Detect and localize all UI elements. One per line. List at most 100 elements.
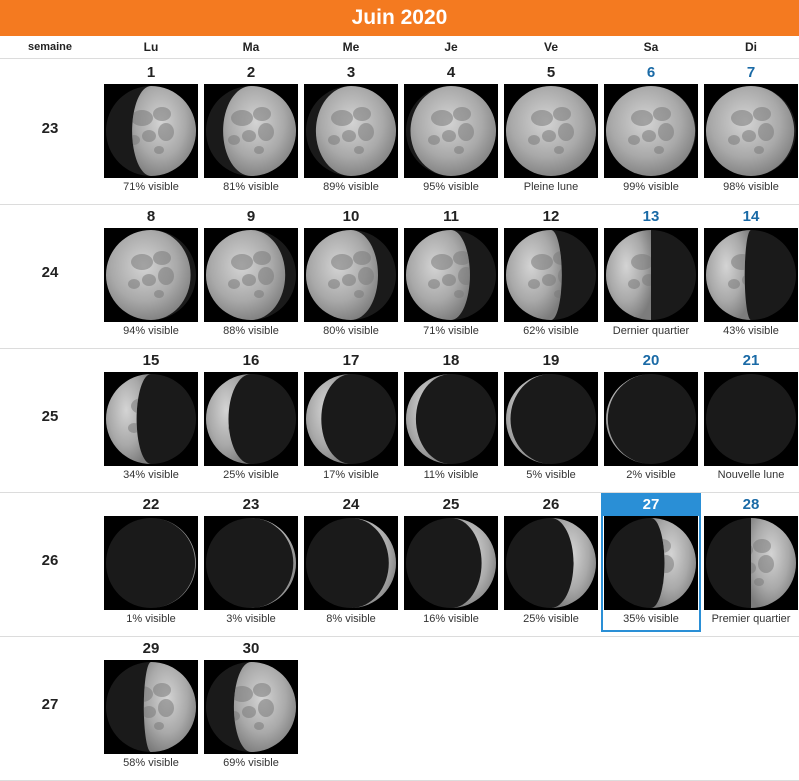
day-number: 14 xyxy=(742,208,760,225)
moon-phase-image xyxy=(304,516,398,610)
day-number: 24 xyxy=(342,496,360,513)
week-number: 23 xyxy=(41,120,59,137)
weekday-header-wed: Me xyxy=(342,40,360,54)
day-number: 30 xyxy=(242,640,260,657)
moon-phase-image xyxy=(604,372,698,466)
weekday-header-mon: Lu xyxy=(143,40,159,54)
day-number: 17 xyxy=(342,352,360,369)
week-row: 26 22 1% visible 23 3% visible 24 8% visible 25… xyxy=(0,492,799,637)
day-cell[interactable]: 30 69% visible xyxy=(202,638,300,775)
day-number: 6 xyxy=(646,64,656,81)
moon-lit-side xyxy=(506,230,562,320)
moon-phase-caption: 95% visible xyxy=(423,181,479,193)
moon-phase-image xyxy=(404,372,498,466)
day-number: 7 xyxy=(746,64,756,81)
day-cell[interactable]: 23 3% visible xyxy=(202,494,300,631)
moon-phase-image xyxy=(104,228,198,322)
moon-phase-image xyxy=(404,84,498,178)
day-cell[interactable]: 12 62% visible xyxy=(502,206,600,343)
day-cell[interactable]: 17 17% visible xyxy=(302,350,400,487)
day-number: 23 xyxy=(242,496,260,513)
moon-phase-image xyxy=(104,372,198,466)
week-row: 27 29 58% visible 30 69% visible xyxy=(0,636,799,781)
day-cell[interactable]: 14 43% visible xyxy=(702,206,799,343)
day-cell[interactable]: 25 16% visible xyxy=(402,494,500,631)
day-cell[interactable]: 11 71% visible xyxy=(402,206,500,343)
moon-phase-image xyxy=(204,84,298,178)
moon-phase-caption: 25% visible xyxy=(523,613,579,625)
moon-phase-image xyxy=(204,228,298,322)
day-number: 10 xyxy=(342,208,360,225)
day-cell[interactable]: 13 Dernier quartier xyxy=(602,206,700,343)
day-cell[interactable]: 4 95% visible xyxy=(402,62,500,199)
moon-phase-caption: Nouvelle lune xyxy=(717,469,785,481)
moon-phase-caption: 99% visible xyxy=(623,181,679,193)
day-cell-today[interactable]: 27 35% visible xyxy=(601,493,701,632)
moon-phase-caption: 88% visible xyxy=(223,325,279,337)
week-row: 23 1 71% visible 2 81% visible 3 89% visible 4 9… xyxy=(0,60,799,205)
day-cell[interactable]: 28 Premier quartier xyxy=(702,494,799,631)
moon-phase-caption: Pleine lune xyxy=(523,181,579,193)
moon-phase-caption: Dernier quartier xyxy=(612,325,690,337)
moon-phase-caption: 71% visible xyxy=(423,325,479,337)
day-cell[interactable]: 26 25% visible xyxy=(502,494,600,631)
day-number: 29 xyxy=(142,640,160,657)
moon-phase-image xyxy=(104,516,198,610)
weekday-header-thu: Je xyxy=(444,40,458,54)
day-cell[interactable]: 10 80% visible xyxy=(302,206,400,343)
day-number: 16 xyxy=(242,352,260,369)
moon-phase-image xyxy=(204,372,298,466)
day-cell[interactable]: 19 5% visible xyxy=(502,350,600,487)
moon-phase-image xyxy=(504,516,598,610)
week-number: 27 xyxy=(41,696,59,713)
moon-phase-image xyxy=(204,660,298,754)
day-number: 28 xyxy=(742,496,760,513)
day-cell[interactable]: 3 89% visible xyxy=(302,62,400,199)
day-cell[interactable]: 18 11% visible xyxy=(402,350,500,487)
moon-phase-image xyxy=(604,516,698,610)
day-cell[interactable]: 8 94% visible xyxy=(102,206,200,343)
moon-lit-side xyxy=(410,86,496,176)
day-cell[interactable]: 22 1% visible xyxy=(102,494,200,631)
moon-lit-side xyxy=(606,230,651,320)
moon-phase-image xyxy=(404,516,498,610)
day-cell[interactable]: 15 34% visible xyxy=(102,350,200,487)
moon-phase-image xyxy=(404,228,498,322)
day-cell[interactable]: 16 25% visible xyxy=(202,350,300,487)
day-number: 13 xyxy=(642,208,660,225)
day-number: 25 xyxy=(442,496,460,513)
day-cell[interactable]: 20 2% visible xyxy=(602,350,700,487)
moon-phase-caption: 94% visible xyxy=(123,325,179,337)
day-cell[interactable]: 5 Pleine lune xyxy=(502,62,600,199)
moon-phase-caption: 8% visible xyxy=(326,613,376,625)
moon-phase-image xyxy=(104,84,198,178)
day-cell[interactable]: 6 99% visible xyxy=(602,62,700,199)
moon-phase-image xyxy=(504,228,598,322)
moon-phase-caption: 62% visible xyxy=(523,325,579,337)
day-cell[interactable]: 29 58% visible xyxy=(102,638,200,775)
day-cell[interactable]: 24 8% visible xyxy=(302,494,400,631)
day-number: 3 xyxy=(346,64,356,81)
day-cell[interactable]: 21 Nouvelle lune xyxy=(702,350,799,487)
moon-phase-image xyxy=(304,372,398,466)
day-number: 15 xyxy=(142,352,160,369)
moon-phase-caption: Premier quartier xyxy=(711,613,791,625)
calendar-title: Juin 2020 xyxy=(0,0,799,36)
moon-phase-caption: 34% visible xyxy=(123,469,179,481)
moon-phase-caption: 25% visible xyxy=(223,469,279,481)
weekday-header-tue: Ma xyxy=(242,40,260,54)
moon-phase-caption: 1% visible xyxy=(126,613,176,625)
moon-phase-caption: 3% visible xyxy=(226,613,276,625)
day-cell[interactable]: 7 98% visible xyxy=(702,62,799,199)
moon-phase-image xyxy=(704,228,798,322)
day-cell[interactable]: 9 88% visible xyxy=(202,206,300,343)
day-cell[interactable]: 2 81% visible xyxy=(202,62,300,199)
day-number: 4 xyxy=(446,64,456,81)
weekday-header-sun: Di xyxy=(745,40,757,54)
day-number: 12 xyxy=(542,208,560,225)
day-cell[interactable]: 1 71% visible xyxy=(102,62,200,199)
moon-phase-image xyxy=(204,516,298,610)
moon-phase-caption: 17% visible xyxy=(323,469,379,481)
day-number: 21 xyxy=(742,352,760,369)
moon-phase-image xyxy=(504,84,598,178)
